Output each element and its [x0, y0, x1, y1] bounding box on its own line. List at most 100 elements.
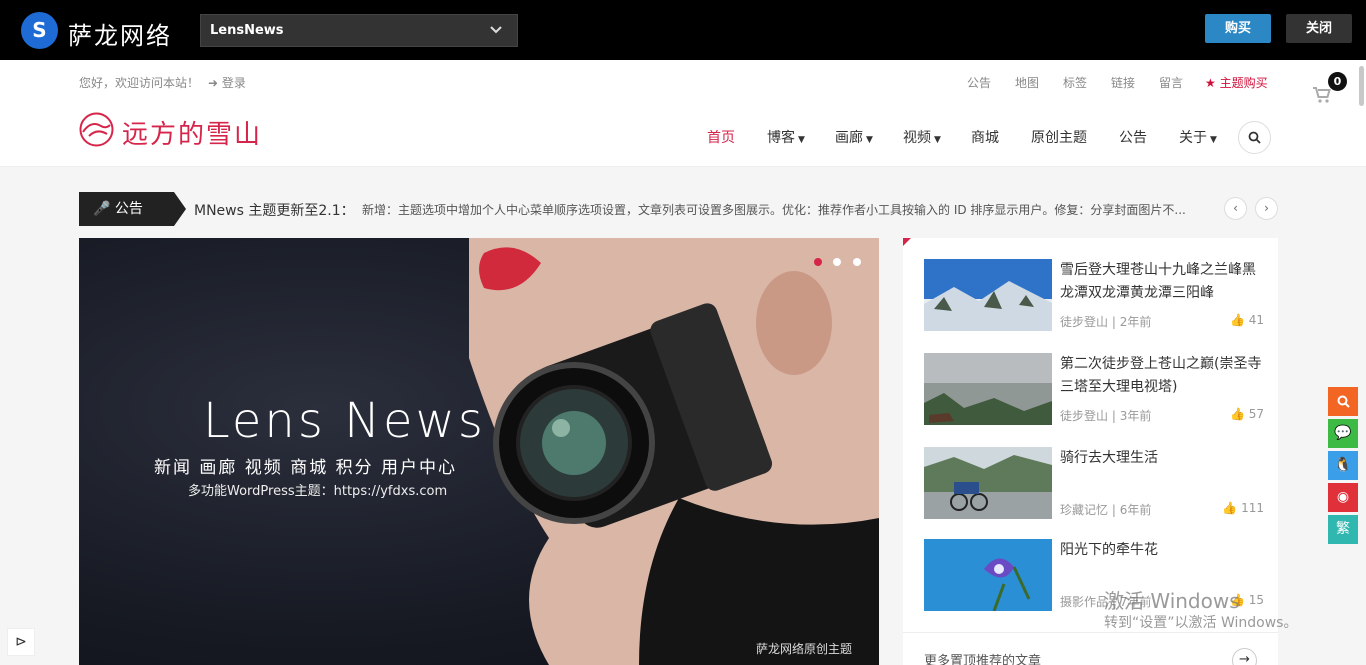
post-title[interactable]: 阳光下的牵牛花 — [1060, 539, 1265, 562]
slider-title: Lens News — [203, 393, 486, 449]
nav-label: 关于 — [1179, 130, 1207, 146]
post-category[interactable]: 摄影作品 — [1060, 595, 1108, 609]
slider-url: 多功能WordPress主题：https://yfdxs.com — [188, 484, 448, 499]
likes-count: 57 — [1248, 407, 1264, 421]
chevron-down-icon — [489, 15, 503, 58]
notice-label: 🎤 公告 — [79, 192, 186, 226]
microphone-icon: 🎤 — [93, 201, 111, 217]
slider-photo — [469, 238, 879, 665]
thumbs-up-icon: 👍 — [1229, 313, 1245, 327]
cart-count-badge: 0 — [1328, 72, 1347, 91]
wechat-icon: 💬 — [1334, 425, 1352, 441]
nav-gallery[interactable]: 画廊 ▼ — [835, 127, 873, 147]
toplink-announce[interactable]: 公告 — [967, 74, 991, 91]
post-likes[interactable]: 👍 57 — [1230, 407, 1264, 421]
toplink-links[interactable]: 链接 — [1111, 74, 1135, 91]
sidebox-divider — [903, 632, 1278, 633]
theme-select-value: LensNews — [210, 23, 284, 38]
notice-prev-button[interactable]: ‹ — [1224, 197, 1247, 220]
site-logo-icon[interactable] — [79, 112, 114, 147]
welcome-text: 您好，欢迎访问本站！ — [79, 76, 200, 90]
site-logo-text[interactable]: 远方的雪山 — [122, 114, 262, 151]
post-category[interactable]: 徒步登山 — [1060, 409, 1108, 423]
post-thumbnail[interactable] — [924, 259, 1052, 331]
notice-title[interactable]: MNews 主题更新至2.1： — [194, 200, 355, 220]
nav-label: 原创主题 — [1031, 130, 1087, 146]
thumbs-up-icon: 👍 — [1229, 407, 1245, 421]
toplink-theme-buy[interactable]: ★ 主题购买 — [1205, 74, 1268, 91]
caret-down-icon: ▼ — [1210, 135, 1217, 145]
cart-icon[interactable] — [1312, 86, 1332, 109]
post-title[interactable]: 雪后登大理苍山十九峰之兰峰黑龙潭双龙潭黄龙潭三阳峰 — [1060, 259, 1265, 305]
nav-shop[interactable]: 商城 — [971, 127, 999, 147]
slider-dot-1[interactable] — [814, 258, 822, 266]
post-time: 6年前 — [1119, 503, 1152, 517]
close-button[interactable]: 关闭 — [1286, 14, 1352, 43]
search-button[interactable] — [1238, 121, 1271, 154]
post-thumbnail[interactable] — [924, 447, 1052, 519]
nav-video[interactable]: 视频 ▼ — [903, 127, 941, 147]
post-likes[interactable]: 👍 111 — [1222, 501, 1264, 515]
post-thumbnail[interactable] — [924, 539, 1052, 611]
nav-original-themes[interactable]: 原创主题 — [1031, 127, 1087, 147]
windows-activation-watermark: 激活 Windows — [1104, 589, 1240, 613]
nav-announce[interactable]: 公告 — [1119, 127, 1147, 147]
post-likes[interactable]: 👍 41 — [1230, 313, 1264, 327]
corner-accent — [903, 238, 911, 246]
nav-label: 首页 — [707, 130, 735, 146]
post-title[interactable]: 第二次徒步登上苍山之巅(崇圣寺三塔至大理电视塔) — [1060, 353, 1265, 399]
login-label: 登录 — [221, 76, 246, 90]
nav-blog[interactable]: 博客 ▼ — [767, 127, 805, 147]
search-icon — [1337, 395, 1350, 408]
post-category[interactable]: 徒步登山 — [1060, 315, 1108, 329]
notice-label-text: 公告 — [114, 201, 143, 217]
top-bar: S 萨龙网络 LensNews 购买 关闭 — [0, 0, 1366, 60]
media-control-icon[interactable]: ⊳ — [7, 628, 35, 656]
slider-subtitle: 新闻 画廊 视频 商城 积分 用户中心 — [154, 458, 458, 478]
thumbs-up-icon: 👍 — [1222, 501, 1238, 515]
post-category[interactable]: 珍藏记忆 — [1060, 503, 1108, 517]
caret-down-icon: ▼ — [934, 135, 941, 145]
slider-caption[interactable]: 萨龙网络原创主题 — [756, 640, 852, 657]
float-search-button[interactable] — [1328, 387, 1358, 416]
more-featured-link[interactable]: 更多置顶推荐的文章 — [924, 650, 1041, 665]
arrow-right-icon: → — [1239, 652, 1250, 665]
toplink-tags[interactable]: 标签 — [1063, 74, 1087, 91]
nav-home[interactable]: 首页 — [707, 127, 735, 147]
hero-slider[interactable]: Lens News 新闻 画廊 视频 商城 积分 用户中心 多功能WordPre… — [79, 238, 879, 665]
post-time: 3年前 — [1119, 409, 1152, 423]
slider-dot-3[interactable] — [853, 258, 861, 266]
chevron-right-icon: › — [1264, 201, 1269, 215]
brand-name[interactable]: 萨龙网络 — [68, 16, 172, 51]
nav-label: 视频 — [903, 130, 931, 146]
login-icon: ➜ — [208, 76, 219, 90]
theme-buy-label: 主题购买 — [1219, 76, 1268, 90]
notice-text[interactable]: 新增：主题选项中增加个人中心菜单顺序选项设置，文章列表可设置多图展示。优化：推荐… — [362, 201, 1186, 218]
nav-label: 商城 — [971, 130, 999, 146]
post-title[interactable]: 骑行去大理生活 — [1060, 447, 1265, 470]
slider-dot-2[interactable] — [833, 258, 841, 266]
chevron-left-icon: ‹ — [1233, 201, 1238, 215]
nav-label: 公告 — [1119, 130, 1147, 146]
post-meta: 珍藏记忆 | 6年前 — [1060, 503, 1152, 517]
login-link[interactable]: ➜ 登录 — [208, 74, 246, 91]
float-wechat-button[interactable]: 💬 — [1328, 419, 1358, 448]
caret-down-icon: ▼ — [798, 135, 805, 145]
theme-select[interactable]: LensNews — [200, 14, 518, 47]
buy-button[interactable]: 购买 — [1205, 14, 1271, 43]
likes-count: 41 — [1248, 313, 1264, 327]
post-thumbnail[interactable] — [924, 353, 1052, 425]
float-qq-button[interactable]: 🐧 — [1328, 451, 1358, 480]
float-weibo-button[interactable]: ◉ — [1328, 483, 1358, 512]
toplink-map[interactable]: 地图 — [1015, 74, 1039, 91]
nav-about[interactable]: 关于 ▼ — [1179, 127, 1217, 147]
float-traditional-button[interactable]: 繁 — [1328, 515, 1358, 544]
weibo-icon: ◉ — [1336, 489, 1350, 505]
post-meta: 徒步登山 | 2年前 — [1060, 315, 1152, 329]
likes-count: 15 — [1248, 593, 1264, 607]
notice-next-button[interactable]: › — [1255, 197, 1278, 220]
post-time: 2年前 — [1119, 315, 1152, 329]
toplink-messages[interactable]: 留言 — [1159, 74, 1183, 91]
brand-logo-icon[interactable]: S — [21, 12, 58, 49]
page-scrollbar[interactable] — [1359, 66, 1364, 106]
